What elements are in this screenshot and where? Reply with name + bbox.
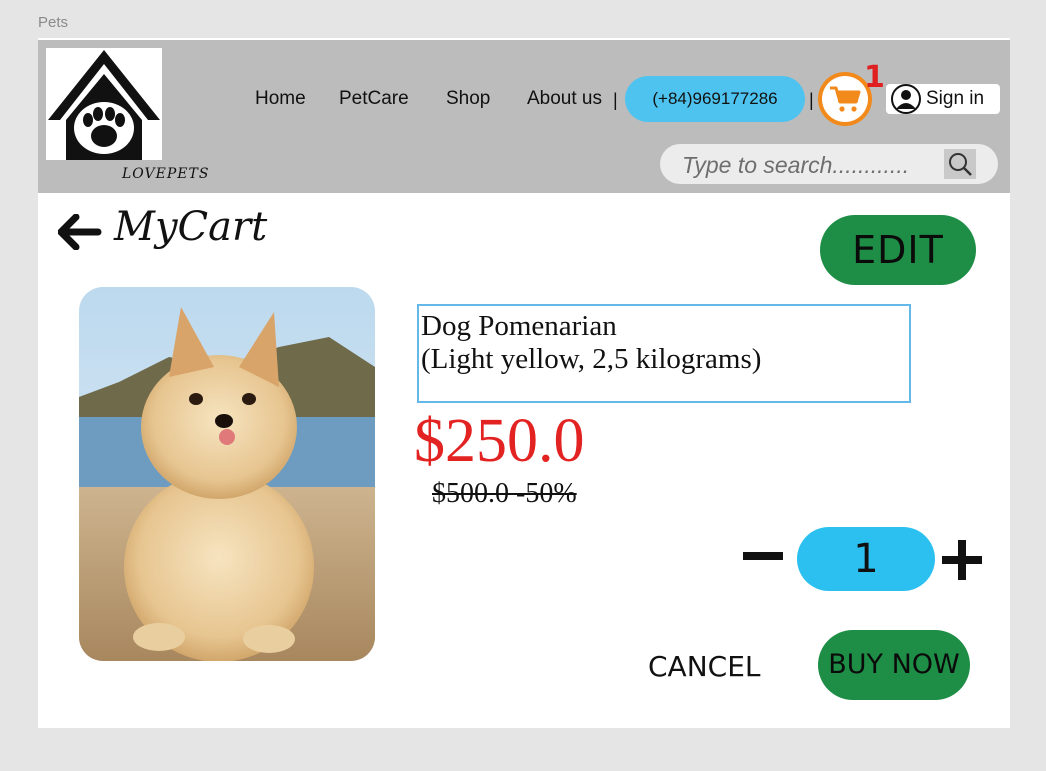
product-variant: (Light yellow, 2,5 kilograms)	[421, 343, 762, 375]
nav-separator: |	[809, 90, 814, 110]
back-arrow-icon	[57, 213, 102, 251]
edit-button[interactable]: EDIT	[820, 215, 976, 285]
pomeranian-photo	[79, 287, 375, 661]
product-name: Dog Pomenarian	[421, 310, 617, 342]
app-frame: LOVEPETS Home PetCare Shop About us | (+…	[38, 38, 1010, 728]
logo-text: LOVEPETS	[122, 166, 210, 182]
product-price: $250.0	[414, 407, 585, 475]
sign-in-label: Sign in	[926, 88, 985, 109]
page-title: MyCart	[114, 204, 268, 250]
plus-icon-bar	[958, 540, 966, 580]
quantity-increase-button[interactable]	[942, 540, 982, 580]
quantity-field[interactable]: 1	[797, 527, 935, 591]
user-icon	[891, 84, 921, 114]
window-title: Pets	[38, 14, 69, 31]
sign-in-button[interactable]: Sign in	[886, 84, 1000, 114]
nav-shop[interactable]: Shop	[446, 88, 490, 110]
search-bar	[660, 144, 998, 184]
nav-about-us[interactable]: About us	[527, 88, 602, 110]
nav-separator: |	[613, 90, 618, 110]
paw-house-icon	[48, 50, 160, 160]
product-name-field[interactable]: Dog Pomenarian (Light yellow, 2,5 kilogr…	[417, 304, 911, 403]
search-icon	[949, 153, 972, 176]
back-button[interactable]	[57, 213, 102, 255]
shopping-cart-icon	[830, 86, 861, 112]
search-button[interactable]	[944, 149, 976, 179]
cart-count-badge: 1	[864, 60, 885, 95]
nav-petcare[interactable]: PetCare	[339, 88, 409, 110]
logo[interactable]	[46, 48, 162, 160]
search-input[interactable]	[680, 148, 944, 182]
header: LOVEPETS Home PetCare Shop About us | (+…	[38, 38, 1010, 193]
phone-button[interactable]: (+84)969177286	[625, 76, 805, 122]
cancel-button[interactable]: CANCEL	[648, 650, 761, 683]
buy-now-button[interactable]: BUY NOW	[818, 630, 970, 700]
original-price-discount: $500.0 -50%	[432, 478, 577, 509]
product-image	[79, 287, 375, 661]
nav-home[interactable]: Home	[255, 88, 306, 110]
quantity-decrease-button[interactable]	[743, 552, 783, 560]
